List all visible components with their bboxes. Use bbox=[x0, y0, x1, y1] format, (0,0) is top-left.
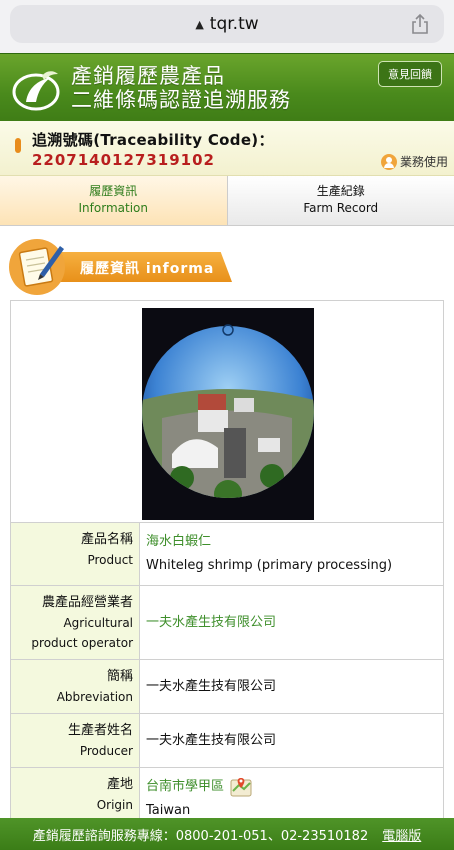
tab-farm-record-label-en: Farm Record bbox=[303, 201, 379, 215]
url-text[interactable]: tqr.tw bbox=[210, 14, 259, 34]
business-use-link[interactable]: 業務使用 bbox=[380, 153, 448, 170]
info-label: 生產者姓名 Producer bbox=[11, 714, 140, 767]
value-en: Whiteleg shrimp (primary processing) bbox=[146, 558, 393, 573]
desktop-version-link[interactable]: 電腦版 bbox=[382, 825, 421, 844]
browser-toolbar: ▲ tqr.tw bbox=[0, 0, 454, 53]
label-en: Producer bbox=[79, 744, 133, 758]
origin-link[interactable]: 台南市學甲區 bbox=[146, 779, 224, 794]
info-value: 一夫水產生技有限公司 bbox=[140, 714, 443, 767]
lock-icon: ▲ bbox=[195, 17, 204, 31]
feedback-button[interactable]: 意見回饋 bbox=[378, 61, 442, 87]
info-label: 產品名稱 Product bbox=[11, 523, 140, 585]
info-value: 一夫水產生技有限公司 bbox=[140, 660, 443, 713]
notepad-pen-icon bbox=[9, 239, 65, 295]
info-label: 農產品經營業者 Agricultural product operator bbox=[11, 586, 140, 659]
label-en: Origin bbox=[96, 798, 133, 812]
site-header: 產銷履歷農產品 二維條碼認證追溯服務 意見回饋 bbox=[0, 53, 454, 121]
section-title: 履歷資訊 informa bbox=[80, 261, 215, 277]
trace-code-label: 追溯號碼(Traceability Code)： bbox=[32, 131, 274, 149]
info-row-producer: 生產者姓名 Producer 一夫水產生技有限公司 bbox=[11, 714, 443, 768]
value-zh: 海水白蝦仁 bbox=[146, 534, 212, 549]
site-title: 產銷履歷農產品 二維條碼認證追溯服務 bbox=[71, 64, 291, 112]
share-icon[interactable] bbox=[410, 13, 430, 35]
hotline-text: 產銷履歷諮詢服務專線：0800-201-051、02-23510182 bbox=[32, 828, 369, 844]
info-table: 產品名稱 Product 海水白蝦仁 Whiteleg shrimp (prim… bbox=[10, 300, 444, 832]
trace-code-panel: 追溯號碼(Traceability Code)： 220714012731910… bbox=[0, 121, 454, 176]
address-bar[interactable]: ▲ tqr.tw bbox=[10, 5, 444, 43]
value-zh: 一夫水產生技有限公司 bbox=[146, 732, 277, 748]
info-value: 一夫水產生技有限公司 bbox=[140, 586, 443, 659]
farm-photo[interactable] bbox=[142, 308, 314, 520]
tab-farm-record[interactable]: 生產紀錄 Farm Record bbox=[226, 176, 454, 225]
footer-bar: 產銷履歷諮詢服務專線：0800-201-051、02-23510182 電腦版 bbox=[0, 818, 454, 850]
label-zh: 生產者姓名 bbox=[67, 723, 133, 738]
info-value: 海水白蝦仁 Whiteleg shrimp (primary processin… bbox=[140, 523, 443, 585]
label-en: Product bbox=[87, 553, 133, 567]
person-icon bbox=[380, 153, 397, 170]
label-zh: 農產品經營業者 bbox=[41, 595, 133, 610]
label-en: Abbreviation bbox=[56, 690, 133, 704]
label-zh: 產品名稱 bbox=[80, 532, 133, 547]
tab-bar: 履歷資訊 Information 生產紀錄 Farm Record bbox=[0, 176, 454, 226]
site-title-line2: 二維條碼認證追溯服務 bbox=[71, 88, 291, 112]
info-row-abbreviation: 簡稱 Abbreviation 一夫水產生技有限公司 bbox=[11, 660, 443, 714]
trace-marker-icon bbox=[15, 138, 21, 153]
info-label: 簡稱 Abbreviation bbox=[11, 660, 140, 713]
label-zh: 簡稱 bbox=[106, 669, 133, 684]
operator-link[interactable]: 一夫水產生技有限公司 bbox=[146, 611, 276, 635]
label-zh: 產地 bbox=[106, 777, 133, 792]
business-use-label: 業務使用 bbox=[399, 155, 448, 169]
traceability-logo-icon[interactable] bbox=[12, 68, 64, 112]
info-row-product: 產品名稱 Product 海水白蝦仁 Whiteleg shrimp (prim… bbox=[11, 523, 443, 586]
map-pin-icon[interactable] bbox=[230, 777, 252, 797]
info-row-operator: 農產品經營業者 Agricultural product operator 一夫… bbox=[11, 586, 443, 660]
trace-code-value: 2207140127319102 bbox=[32, 151, 215, 169]
tab-information-label-zh: 履歷資訊 bbox=[89, 184, 138, 198]
tab-information[interactable]: 履歷資訊 Information bbox=[0, 176, 227, 225]
site-title-line1: 產銷履歷農產品 bbox=[71, 64, 225, 88]
value-zh: 一夫水產生技有限公司 bbox=[146, 678, 277, 694]
label-en: Agricultural product operator bbox=[31, 616, 133, 650]
section-heading: 履歷資訊 informa bbox=[0, 226, 454, 298]
tab-farm-record-label-zh: 生產紀錄 bbox=[316, 184, 365, 198]
tab-information-label-en: Information bbox=[78, 201, 148, 215]
photo-cell bbox=[11, 301, 443, 523]
